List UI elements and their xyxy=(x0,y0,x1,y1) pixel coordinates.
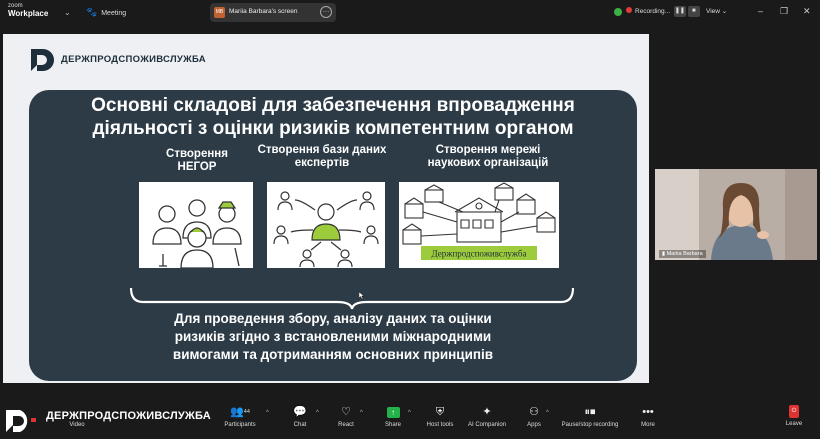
chevron-down-icon: ⌄ xyxy=(721,8,728,15)
zoom-brand: zoom Workplace xyxy=(8,3,49,18)
shared-screen-indicator[interactable]: MB Mariia Barbara's screen … xyxy=(210,3,336,22)
conclusion-line-3: вимогами та дотриманням основних принцип… xyxy=(172,347,494,362)
meeting-label: Meeting xyxy=(101,10,127,17)
content-panel: Основні складові для забезпечення впрова… xyxy=(29,90,637,381)
react-label: React xyxy=(338,422,354,428)
negor-illustration xyxy=(139,182,253,269)
signal-icon: ▮ xyxy=(662,251,666,257)
science-network-illustration: Держпродспоживслужба xyxy=(399,182,559,268)
column-label-line: Створення мережі xyxy=(435,144,541,156)
react-button[interactable]: ♡ React xyxy=(332,405,360,428)
minimize-icon[interactable]: – xyxy=(758,6,763,16)
experts-illustration xyxy=(267,182,385,268)
column-label-line: наукових організацій xyxy=(427,157,549,169)
apps-icon: ⚇ xyxy=(529,406,539,418)
share-screen-icon: ↑ xyxy=(378,405,408,419)
expert-network-icon xyxy=(273,191,379,268)
pause-stop-label: Pause/stop recording xyxy=(561,422,619,428)
pause-stop-icon: ⏸⏹ xyxy=(584,406,596,418)
record-dot-icon xyxy=(626,7,632,14)
leave-button[interactable]: ⏻ Leave xyxy=(780,405,808,427)
sparkle-icon: ✦ xyxy=(482,406,492,418)
video-label: Video xyxy=(69,422,85,428)
recording-label: Recording... xyxy=(635,8,671,16)
paw-icon: 🐾 xyxy=(86,7,98,17)
pause-recording-button[interactable]: ❚❚ xyxy=(673,6,686,17)
org-logo-icon xyxy=(6,410,36,432)
restore-icon[interactable]: ❐ xyxy=(780,6,788,17)
host-tools-button[interactable]: ⛨ Host tools xyxy=(422,405,458,428)
people-group-icon xyxy=(152,199,242,269)
column-label-line: НЕГОР xyxy=(177,161,217,173)
shield-icon: ⛨ xyxy=(435,406,445,418)
column-label-network: Створення мережі наукових організацій xyxy=(405,144,571,170)
participant-name: ▮ Mariia Barbara xyxy=(659,250,706,258)
leave-label: Leave xyxy=(785,421,803,427)
share-label: Share xyxy=(384,422,401,428)
column-label-negor: Створення НЕГОР xyxy=(147,148,247,174)
participant-video-tile[interactable]: ▮ Mariia Barbara xyxy=(655,169,817,260)
ai-companion-button[interactable]: ✦ AI Companion xyxy=(464,405,510,428)
participants-button[interactable]: 👥44 Participants xyxy=(220,405,260,428)
recording-status: Recording... ❚❚ ■ xyxy=(614,6,700,17)
ai-companion-label: AI Companion xyxy=(467,422,507,428)
title-line-1: Основні складові для забезпечення впрова… xyxy=(91,95,575,116)
more-label: More xyxy=(641,422,655,428)
apps-label: Apps xyxy=(527,422,541,428)
conclusion-line-2: ризиків згідно з встановленими міжнародн… xyxy=(174,329,492,344)
stop-recording-button[interactable]: ■ xyxy=(687,6,700,17)
shared-slide: ДЕРЖПРОДСПОЖИВСЛУЖБА Основні складові дл… xyxy=(3,34,649,383)
chat-bubble-icon: 💬 xyxy=(293,406,307,418)
column-label-experts: Створення бази даних експертів xyxy=(247,144,397,170)
chevron-up-icon[interactable]: ^ xyxy=(360,410,363,416)
participants-icon: 👥44 xyxy=(230,406,250,418)
column-label-line: Створення бази даних xyxy=(257,144,387,156)
mouse-cursor-icon xyxy=(359,292,364,299)
more-options-icon[interactable]: … xyxy=(320,6,332,18)
participant-name-text: Mariia Barbara xyxy=(666,251,703,257)
chevron-down-icon[interactable]: ⌄ xyxy=(64,8,71,17)
chat-label: Chat xyxy=(293,422,307,428)
shield-icon xyxy=(614,7,622,16)
org-logo-icon xyxy=(31,49,54,71)
participants-label: Participants xyxy=(224,422,256,428)
title-line-2: діяльності з оцінки ризиків компетентним… xyxy=(92,118,574,139)
slide-conclusion: Для проведення збору, аналізу даних та о… xyxy=(29,310,637,364)
top-bar: zoom Workplace ⌄ 🐾 Meeting MB Mariia Barb… xyxy=(0,0,820,26)
heart-icon: ♡ xyxy=(341,406,351,418)
shared-screen-label: Mariia Barbara's screen xyxy=(229,8,298,15)
conclusion-line-1: Для проведення збору, аналізу даних та о… xyxy=(174,311,492,326)
chevron-up-icon[interactable]: ^ xyxy=(408,410,411,416)
view-menu[interactable]: View ⌄ xyxy=(706,7,727,15)
chevron-up-icon[interactable]: ^ xyxy=(266,410,269,416)
brand-workplace: Workplace xyxy=(8,9,49,18)
apps-button[interactable]: ⚇ Apps xyxy=(520,405,548,428)
share-button[interactable]: ↑ Share xyxy=(378,405,408,428)
host-tools-label: Host tools xyxy=(426,422,454,428)
chat-button[interactable]: 💬 Chat xyxy=(286,405,314,428)
leave-icon: ⏻ xyxy=(789,405,799,418)
close-icon[interactable]: ✕ xyxy=(803,6,811,17)
more-button[interactable]: ••• More xyxy=(634,405,662,428)
avatar: MB xyxy=(214,7,225,18)
curly-brace-icon xyxy=(129,287,575,310)
pause-stop-recording-button[interactable]: ⏸⏹ Pause/stop recording xyxy=(556,405,624,428)
chevron-up-icon[interactable]: ^ xyxy=(316,410,319,416)
slide-title: Основні складові для забезпечення впрова… xyxy=(29,94,637,140)
network-caption: Держпродспоживслужба xyxy=(432,249,527,259)
more-icon: ••• xyxy=(642,406,654,418)
column-label-line: Створення xyxy=(166,148,228,160)
chevron-up-icon[interactable]: ^ xyxy=(546,410,549,416)
institutions-network-icon: Держпродспоживслужба xyxy=(402,182,556,260)
participants-count: 44 xyxy=(243,409,250,415)
org-logo-text: ДЕРЖПРОДСПОЖИВСЛУЖБА xyxy=(61,54,206,65)
view-label: View xyxy=(706,8,720,15)
video-button[interactable]: ▣ Video xyxy=(62,405,92,428)
meeting-menu[interactable]: 🐾 Meeting xyxy=(86,7,126,18)
participant-video xyxy=(655,169,817,260)
meeting-toolbar: ДЕРЖПРОДСПОЖИВСЛУЖБА ▣ Video 👥44 Partici… xyxy=(0,401,820,439)
column-label-line: експертів xyxy=(294,157,350,169)
